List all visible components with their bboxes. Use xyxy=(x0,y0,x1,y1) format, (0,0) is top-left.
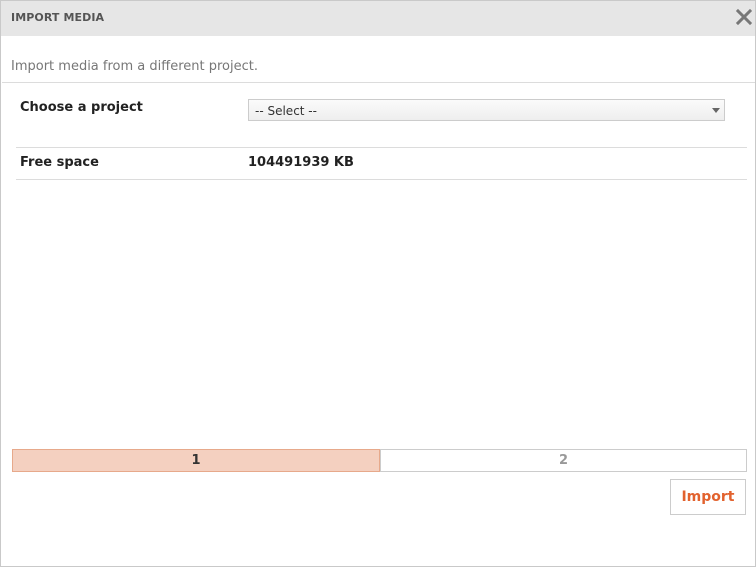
step-1-tab[interactable]: 1 xyxy=(12,449,380,472)
dialog-description: Import media from a different project. xyxy=(11,59,258,74)
import-media-dialog: IMPORT MEDIA Import media from a differe… xyxy=(0,0,756,567)
free-space-label: Free space xyxy=(20,155,99,170)
divider xyxy=(2,82,755,83)
dialog-titlebar: IMPORT MEDIA xyxy=(1,1,755,36)
divider xyxy=(16,147,747,148)
import-button[interactable]: Import xyxy=(670,479,746,515)
divider xyxy=(16,179,747,180)
project-select-value: -- Select -- xyxy=(255,104,317,118)
free-space-value: 104491939 KB xyxy=(248,155,354,170)
project-label: Choose a project xyxy=(20,100,143,115)
project-select[interactable]: -- Select -- xyxy=(248,99,725,121)
close-icon[interactable] xyxy=(735,7,753,27)
step-2-tab[interactable]: 2 xyxy=(380,449,747,472)
chevron-down-icon xyxy=(712,108,720,113)
dialog-title: IMPORT MEDIA xyxy=(11,11,105,24)
